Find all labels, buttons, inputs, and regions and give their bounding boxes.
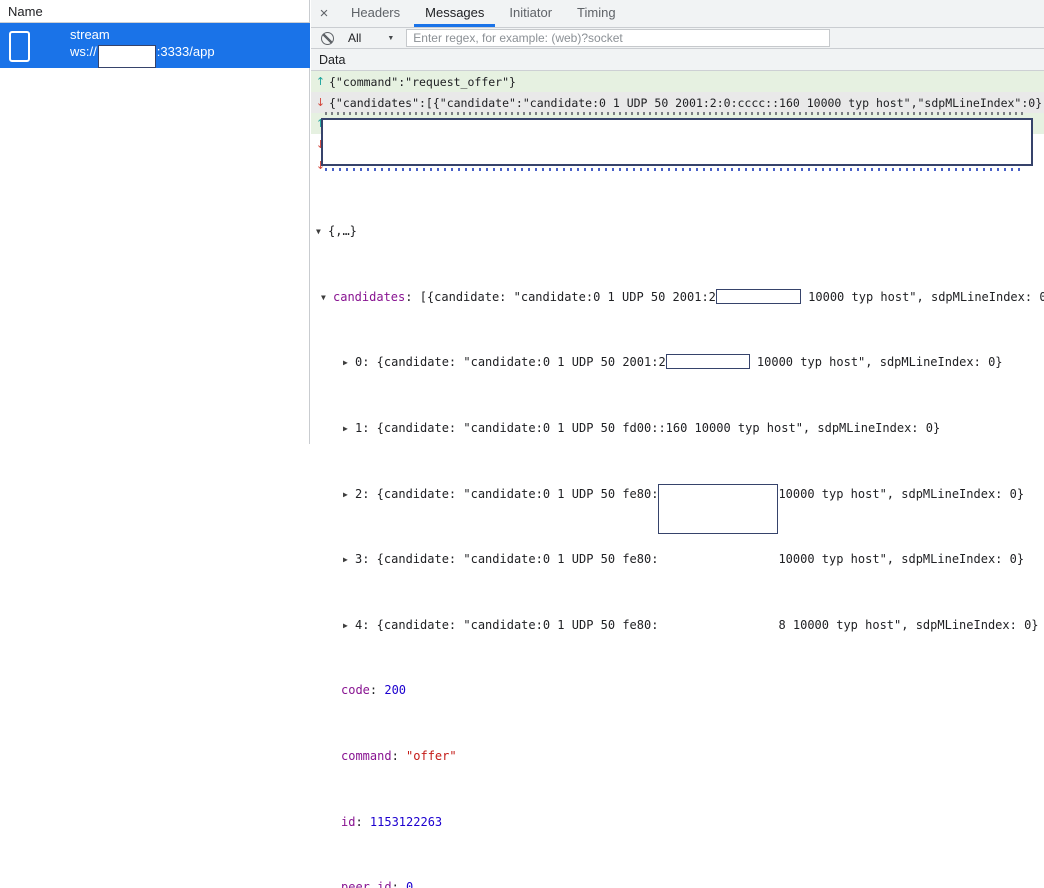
redaction-box-candidates <box>716 289 801 304</box>
tab-timing[interactable]: Timing <box>566 0 627 27</box>
array-index: 0: <box>355 355 369 369</box>
tree-item-row-1[interactable]: ▶1: {candidate: "candidate:0 1 UDP 50 fd… <box>311 420 1044 436</box>
value-text: {candidate: "candidate:0 1 UDP 50 2001:2 <box>369 355 665 369</box>
regex-filter-input[interactable] <box>406 29 830 47</box>
collapsed-triangle-icon[interactable]: ▶ <box>343 355 355 371</box>
request-url: ws:// :3333/app <box>70 44 215 70</box>
expanded-triangle-icon[interactable]: ▼ <box>321 290 333 306</box>
redaction-box-url <box>98 45 156 68</box>
value-text: : [{candidate: "candidate:0 1 UDP 50 200… <box>405 290 716 304</box>
message-text: {"command":"request_offer"} <box>329 75 516 89</box>
message-filter-toolbar: All ▼ <box>311 28 1044 49</box>
collapsed-triangle-icon[interactable]: ▶ <box>343 421 355 437</box>
property-name: id <box>341 815 355 829</box>
colon-separator: : <box>355 815 369 829</box>
value-text: {candidate: "candidate:0 1 UDP 50 fe80: <box>369 552 658 566</box>
redaction-gap <box>658 486 778 500</box>
property-name: command <box>341 749 392 763</box>
redaction-box-item-0 <box>666 354 750 369</box>
arrow-up-icon: ↑ <box>314 75 327 88</box>
property-name: code <box>341 683 370 697</box>
chevron-down-icon: ▼ <box>387 35 394 42</box>
message-text: {"candidates":[{"candidate":"candidate:0… <box>329 96 1044 110</box>
message-row-sent[interactable]: ↑ {"command":"request_offer"} <box>311 71 1044 92</box>
property-name: peer_id <box>341 880 392 888</box>
redaction-box-items-2-4 <box>658 484 778 534</box>
name-column-header[interactable]: Name <box>0 0 309 23</box>
tab-initiator[interactable]: Initiator <box>498 0 563 27</box>
websocket-detail-panel: × Headers Messages Initiator Timing All … <box>311 0 1044 444</box>
tree-item-row-2[interactable]: ▶2: {candidate: "candidate:0 1 UDP 50 fe… <box>311 486 1044 502</box>
value-text: {candidate: "candidate:0 1 UDP 50 fe80: <box>369 618 658 632</box>
tree-item-row-4[interactable]: ▶4: {candidate: "candidate:0 1 UDP 50 fe… <box>311 617 1044 633</box>
colon-separator: : <box>392 749 406 763</box>
message-type-dropdown[interactable]: All <box>348 31 361 45</box>
redaction-box-messages <box>321 118 1033 166</box>
value-text: 10000 typ host", sdpMLineIndex: 0} <box>778 487 1024 501</box>
property-name: candidates <box>333 290 405 304</box>
url-prefix: ws:// <box>70 44 97 59</box>
property-value: 0 <box>406 880 413 888</box>
expanded-triangle-icon[interactable]: ▼ <box>316 224 328 240</box>
value-text: 10000 typ host", sdpMLineIndex: 0} <box>750 355 1003 369</box>
request-name: stream <box>70 27 110 42</box>
redaction-gap <box>658 628 778 629</box>
array-index: 3: <box>355 552 369 566</box>
array-index: 2: <box>355 487 369 501</box>
value-text: 8 10000 typ host", sdpMLineIndex: 0} <box>778 618 1038 632</box>
tree-property-code: code: 200 <box>311 682 1044 698</box>
colon-separator: : <box>370 683 384 697</box>
clear-filter-icon[interactable] <box>321 32 334 45</box>
close-icon[interactable]: × <box>311 0 337 27</box>
clipped-text-sliver-bottom <box>325 168 1023 171</box>
message-json-tree: ▼{,…} ▼candidates: [{candidate: "candida… <box>311 174 1044 888</box>
property-value: "offer" <box>406 749 457 763</box>
tree-property-peer-id: peer_id: 0 <box>311 879 1044 888</box>
tab-messages[interactable]: Messages <box>414 0 495 27</box>
tree-candidates-row[interactable]: ▼candidates: [{candidate: "candidate:0 1… <box>311 289 1044 305</box>
collapsed-triangle-icon[interactable]: ▶ <box>343 552 355 568</box>
clipped-text-sliver-top <box>325 112 1025 115</box>
tree-root-row[interactable]: ▼{,…} <box>311 223 1044 239</box>
root-preview: {,…} <box>328 224 357 238</box>
value-text: {candidate: "candidate:0 1 UDP 50 fd00::… <box>369 421 940 435</box>
network-request-sidebar: Name stream ws:// :3333/app <box>0 0 310 444</box>
redaction-gap <box>658 562 778 563</box>
tree-item-row-3[interactable]: ▶3: {candidate: "candidate:0 1 UDP 50 fe… <box>311 551 1044 567</box>
property-value: 1153122263 <box>370 815 442 829</box>
tree-property-id: id: 1153122263 <box>311 814 1044 830</box>
tree-property-command: command: "offer" <box>311 748 1044 764</box>
tab-headers[interactable]: Headers <box>340 0 411 27</box>
detail-tab-bar: × Headers Messages Initiator Timing <box>311 0 1044 28</box>
message-list: ↑ {"command":"request_offer"} ↓ {"candid… <box>311 71 1044 176</box>
collapsed-triangle-icon[interactable]: ▶ <box>343 618 355 634</box>
value-text: {candidate: "candidate:0 1 UDP 50 fe80: <box>369 487 658 501</box>
property-value: 200 <box>384 683 406 697</box>
message-row-received[interactable]: ↓ {"candidates":[{"candidate":"candidate… <box>311 92 1044 113</box>
websocket-icon <box>9 31 30 62</box>
colon-separator: : <box>392 880 406 888</box>
data-column-header: Data <box>311 49 1044 71</box>
array-index: 1: <box>355 421 369 435</box>
arrow-down-icon: ↓ <box>314 96 327 109</box>
tree-item-row-0[interactable]: ▶0: {candidate: "candidate:0 1 UDP 50 20… <box>311 354 1044 370</box>
collapsed-triangle-icon[interactable]: ▶ <box>343 487 355 503</box>
websocket-request-row[interactable]: stream ws:// :3333/app <box>0 23 310 68</box>
value-text: 10000 typ host", sdpMLineIndex: 0} <box>778 552 1024 566</box>
url-suffix: :3333/app <box>157 44 215 59</box>
value-text: 10000 typ host", sdpMLineIndex: 0},…] <box>801 290 1044 304</box>
array-index: 4: <box>355 618 369 632</box>
